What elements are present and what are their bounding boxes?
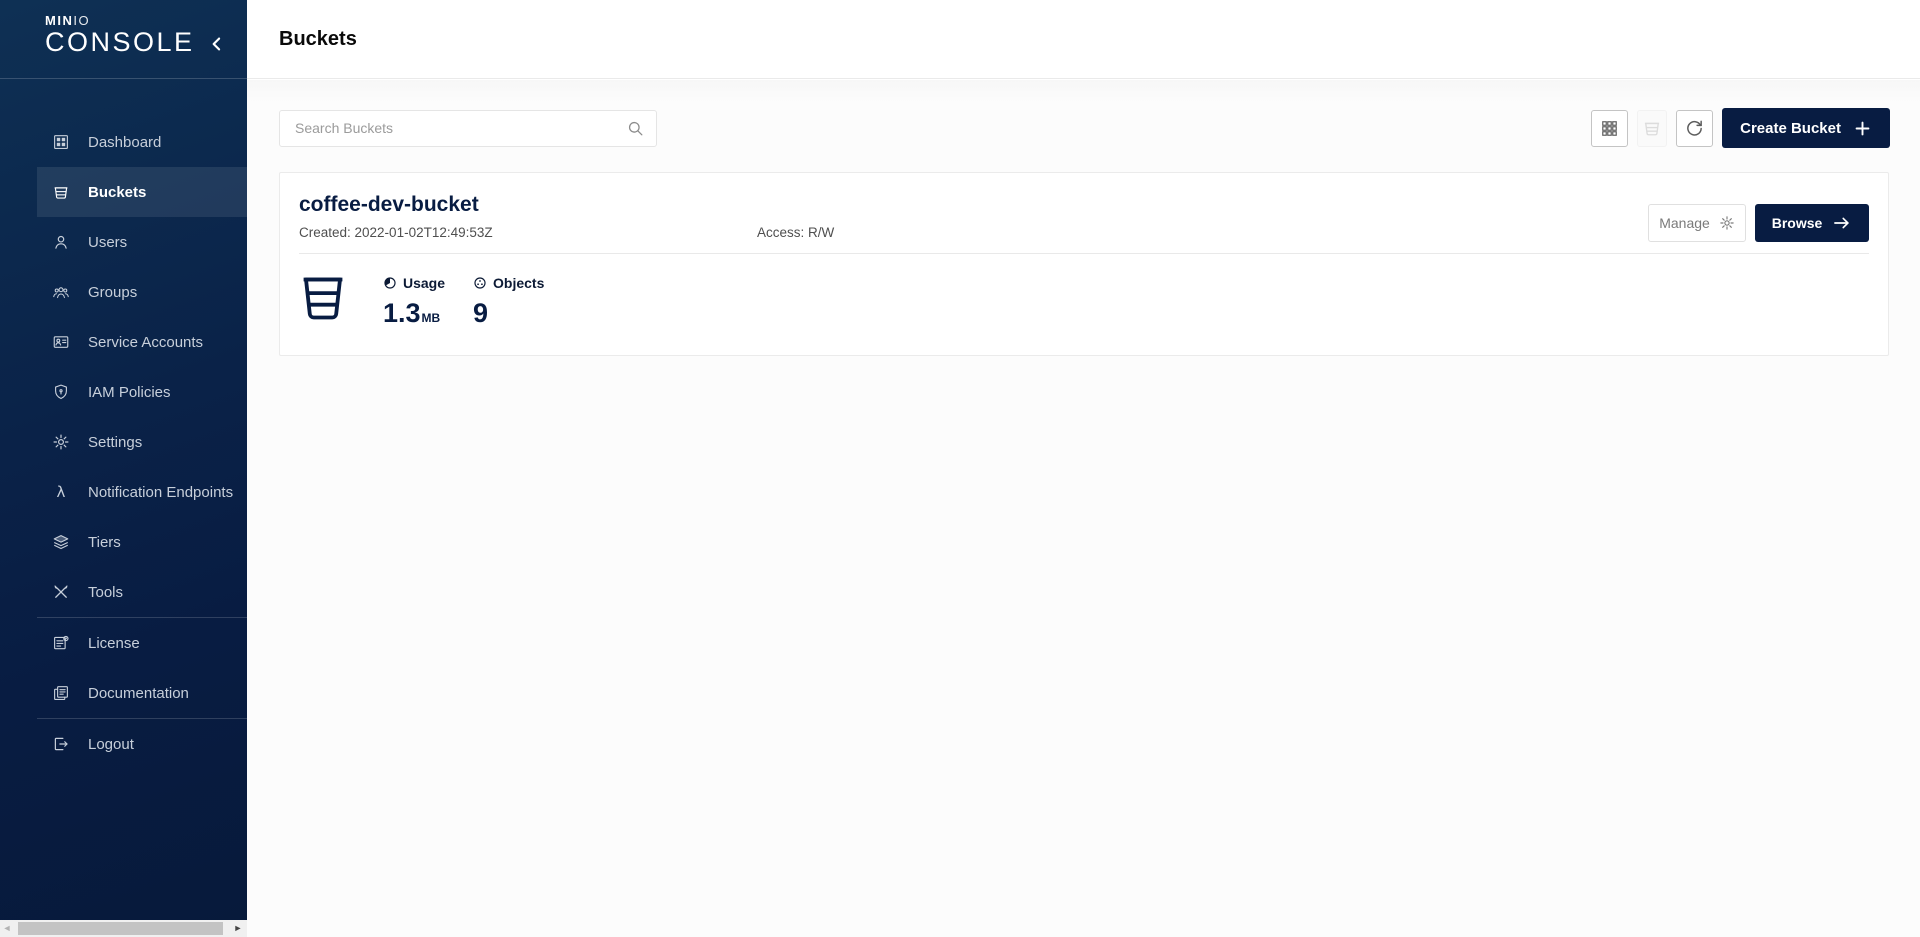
scroll-left-arrow-icon[interactable]: ◄ <box>0 920 14 937</box>
tiers-icon <box>52 533 70 551</box>
sidebar-item-iam-policies[interactable]: IAM Policies <box>37 367 247 417</box>
objects-label-row: Objects <box>473 275 544 291</box>
users-icon <box>52 233 70 251</box>
objects-value: 9 <box>473 298 488 329</box>
horizontal-scrollbar[interactable]: ◄ ► <box>0 920 247 937</box>
sidebar-item-license[interactable]: License <box>37 618 247 668</box>
sidebar-item-buckets[interactable]: Buckets <box>37 167 247 217</box>
refresh-icon <box>1684 118 1705 139</box>
browse-button[interactable]: Browse <box>1755 204 1869 242</box>
scroll-right-arrow-icon[interactable]: ► <box>231 920 245 937</box>
search-wrap <box>279 110 657 147</box>
sidebar-menu: Dashboard Buckets Users Groups <box>0 79 247 769</box>
groups-icon <box>52 283 70 301</box>
sidebar-collapse-button[interactable] <box>207 32 231 56</box>
toolbar-right-controls: Create Bucket <box>1591 108 1890 148</box>
sidebar-item-label: Users <box>88 234 127 251</box>
arrow-right-icon <box>1832 213 1852 233</box>
grid-view-icon <box>1600 119 1619 138</box>
refresh-button[interactable] <box>1676 110 1713 147</box>
gear-icon <box>1719 215 1735 231</box>
bucket-created-label: Created: 2022-01-02T12:49:53Z <box>299 225 493 240</box>
documentation-icon <box>52 684 70 702</box>
iam-policies-icon <box>52 383 70 401</box>
sidebar-item-service-accounts[interactable]: Service Accounts <box>37 317 247 367</box>
sidebar-item-label: Notification Endpoints <box>88 484 233 501</box>
settings-icon <box>52 433 70 451</box>
svg-text:λ: λ <box>57 483 66 501</box>
logo-io: IO <box>73 13 90 28</box>
sidebar-item-label: Settings <box>88 434 142 451</box>
card-divider <box>299 253 1869 254</box>
minio-console-window: MINIO CONSOLE Dashboard Buckets <box>0 0 1920 937</box>
bucket-access-label: Access: R/W <box>757 225 834 240</box>
sidebar-item-groups[interactable]: Groups <box>37 267 247 317</box>
sidebar-item-label: Tiers <box>88 534 121 551</box>
usage-pie-icon <box>383 276 397 290</box>
sidebar-item-users[interactable]: Users <box>37 217 247 267</box>
objects-cluster-icon <box>473 276 487 290</box>
sidebar-item-documentation[interactable]: Documentation <box>37 668 247 718</box>
logo-min: MIN <box>45 13 73 28</box>
browse-button-label: Browse <box>1772 215 1823 231</box>
search-icon <box>626 119 645 138</box>
objects-label: Objects <box>493 275 544 291</box>
sidebar-header: MINIO CONSOLE <box>0 0 247 79</box>
tools-icon <box>52 583 70 601</box>
bucket-list-view-icon <box>1642 118 1662 138</box>
sidebar-item-logout[interactable]: Logout <box>37 719 247 769</box>
bucket-card: coffee-dev-bucket Created: 2022-01-02T12… <box>279 172 1889 356</box>
objects-metric: Objects 9 <box>473 275 544 329</box>
grid-view-button[interactable] <box>1591 110 1628 147</box>
sidebar: MINIO CONSOLE Dashboard Buckets <box>0 0 247 920</box>
chevron-left-icon <box>207 34 231 54</box>
sidebar-item-label: IAM Policies <box>88 384 171 401</box>
lambda-icon: λ <box>52 483 70 501</box>
sidebar-item-tiers[interactable]: Tiers <box>37 517 247 567</box>
usage-unit: MB <box>422 311 441 325</box>
logout-icon <box>52 735 70 753</box>
page-header: Buckets <box>247 0 1920 79</box>
sidebar-item-dashboard[interactable]: Dashboard <box>37 117 247 167</box>
sidebar-item-label: License <box>88 635 140 652</box>
sidebar-item-tools[interactable]: Tools <box>37 567 247 617</box>
usage-metric: Usage 1.3MB <box>383 275 445 329</box>
sidebar-item-label: Buckets <box>88 184 146 201</box>
content-area: Create Bucket coffee-dev-bucket Created:… <box>247 80 1920 937</box>
manage-button-label: Manage <box>1659 215 1710 231</box>
buckets-icon <box>52 183 70 201</box>
buckets-toolbar: Create Bucket <box>279 106 1890 150</box>
search-input[interactable] <box>279 110 657 147</box>
license-icon <box>52 634 70 652</box>
manage-button[interactable]: Manage <box>1648 204 1746 242</box>
plus-icon <box>1853 119 1872 138</box>
bucket-list-view-button <box>1637 110 1667 147</box>
minio-logo: MINIO <box>45 14 247 28</box>
sidebar-item-label: Logout <box>88 736 134 753</box>
sidebar-item-label: Tools <box>88 584 123 601</box>
dashboard-icon <box>52 133 70 151</box>
sidebar-item-label: Documentation <box>88 685 189 702</box>
usage-label: Usage <box>403 275 445 291</box>
usage-value: 1.3 <box>383 298 421 329</box>
page-title: Buckets <box>279 28 357 51</box>
sidebar-item-label: Dashboard <box>88 134 161 151</box>
create-bucket-label: Create Bucket <box>1740 120 1841 137</box>
main-area: Buckets <box>247 0 1920 937</box>
objects-value-row: 9 <box>473 298 544 329</box>
bucket-icon <box>299 267 347 324</box>
service-accounts-icon <box>52 333 70 351</box>
usage-value-row: 1.3MB <box>383 298 445 329</box>
usage-label-row: Usage <box>383 275 445 291</box>
sidebar-item-settings[interactable]: Settings <box>37 417 247 467</box>
scrollbar-thumb[interactable] <box>18 922 223 935</box>
sidebar-item-notification-endpoints[interactable]: λ Notification Endpoints <box>37 467 247 517</box>
bucket-name-link[interactable]: coffee-dev-bucket <box>299 193 479 217</box>
sidebar-item-label: Groups <box>88 284 137 301</box>
create-bucket-button[interactable]: Create Bucket <box>1722 108 1890 148</box>
sidebar-item-label: Service Accounts <box>88 334 203 351</box>
